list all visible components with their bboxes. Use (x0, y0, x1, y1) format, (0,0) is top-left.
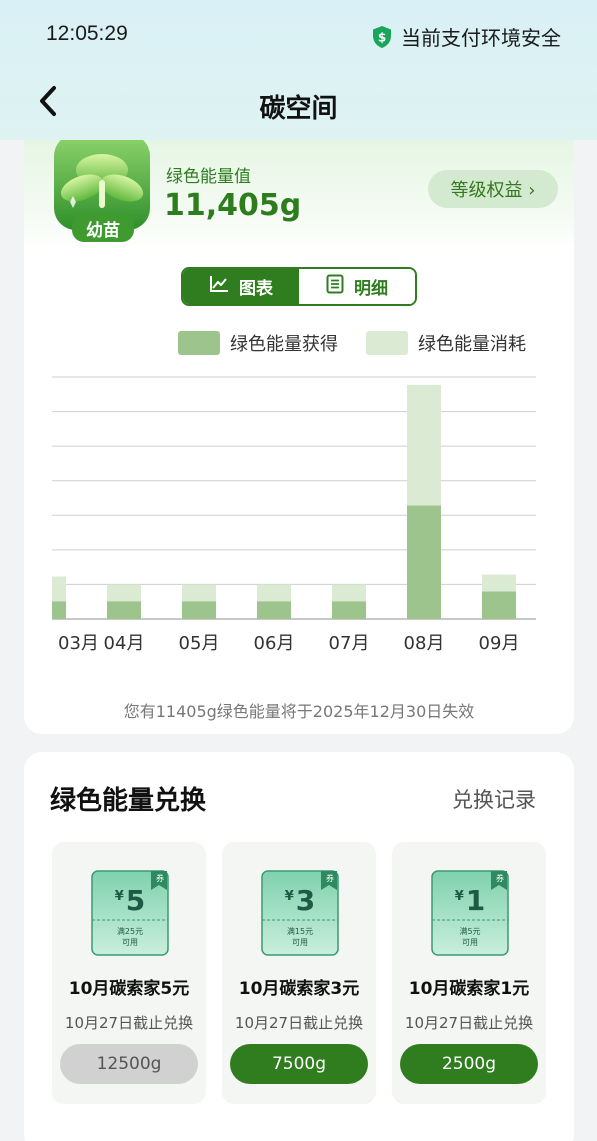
legend-swatch-gain (178, 331, 220, 355)
x-tick-label: 05月 (179, 633, 220, 654)
coupon-graphic: 券 ¥3 满15元 可用 (261, 870, 339, 956)
coupon-deadline: 10月27日截止兑换 (404, 1014, 534, 1032)
legend-item-use: 绿色能量消耗 (366, 330, 526, 356)
x-tick-label: 04月 (104, 633, 145, 654)
bar-gain (52, 601, 66, 619)
coupon-deadline: 10月27日截止兑换 (64, 1014, 194, 1032)
x-tick-label: 03月 (58, 633, 99, 654)
security-indicator: $ 当前支付环境安全 (371, 22, 561, 51)
coupon-condition: 满5元 可用 (459, 927, 481, 947)
energy-card: 幼苗 绿色能量值 11,405g 等级权益 › 图表 明细 绿色能量获得 绿色能… (24, 140, 574, 734)
security-text: 当前支付环境安全 (401, 26, 561, 50)
coupon-graphic: 券 ¥1 满5元 可用 (431, 870, 509, 956)
shield-dollar-icon: $ (371, 25, 393, 49)
coupon-tile[interactable]: 券 ¥3 满15元 可用 10月碳索家3元 10月27日截止兑换 7500g (222, 842, 376, 1104)
legend-label-use: 绿色能量消耗 (418, 334, 526, 355)
tab-chart-label: 图表 (239, 279, 273, 299)
bar-gain (107, 601, 141, 619)
coupon-name: 10月碳索家1元 (408, 979, 530, 999)
bar-gain (257, 601, 291, 619)
energy-value: 11,405g (164, 188, 302, 223)
bar-use (482, 574, 516, 592)
redeem-button[interactable]: 2500g (400, 1044, 538, 1084)
x-tick-label: 08月 (404, 633, 445, 654)
x-tick-label: 06月 (254, 633, 295, 654)
legend-swatch-use (366, 331, 408, 355)
status-time: 12:05:29 (46, 22, 128, 45)
exchange-title: 绿色能量兑换 (50, 786, 207, 816)
coupon-graphic: 券 ¥5 满25元 可用 (91, 870, 169, 956)
x-tick-label: 07月 (329, 633, 370, 654)
tab-detail[interactable]: 明细 (299, 269, 415, 304)
coupon-name: 10月碳索家5元 (68, 979, 190, 999)
coupon-condition: 满25元 可用 (116, 927, 144, 947)
tab-chart[interactable]: 图表 (183, 269, 299, 304)
bar-gain (482, 591, 516, 619)
bar-use (52, 576, 66, 602)
page-title: 碳空间 (259, 94, 338, 124)
coupon-condition: 满15元 可用 (286, 927, 314, 947)
coupon-tile[interactable]: 券 ¥1 满5元 可用 10月碳索家1元 10月27日截止兑换 2500g (392, 842, 546, 1104)
badge-label: 幼苗 (86, 221, 120, 241)
list-document-icon (326, 274, 344, 299)
status-bar: 12:05:29 $ 当前支付环境安全 (0, 0, 597, 70)
bar-gain (332, 601, 366, 619)
energy-label: 绿色能量值 (166, 167, 251, 187)
scroll-mask (24, 621, 52, 661)
legend-label-gain: 绿色能量获得 (230, 334, 338, 355)
bar-gain (407, 505, 441, 619)
coupon-tile[interactable]: 券 ¥5 满25元 可用 10月碳索家5元 10月27日截止兑换 12500g (52, 842, 206, 1104)
coupon-list: 券 ¥5 满25元可用 10月碳索家5元 10月27日截止兑换 12500g (52, 842, 548, 1122)
expire-note: 您有11405g绿色能量将于2025年12月30日失效 (123, 702, 475, 721)
bar-gain (182, 601, 216, 619)
level-benefits-button[interactable]: 等级权益 › (428, 170, 558, 208)
exchange-record-link[interactable]: 兑换记录 (452, 784, 536, 814)
coupon-amount: ¥5 (114, 884, 146, 917)
redeem-button[interactable]: 7500g (230, 1044, 368, 1084)
view-toggle: 图表 明细 (181, 267, 417, 306)
coupon-deadline: 10月27日截止兑换 (234, 1014, 364, 1032)
bar-use (257, 584, 291, 602)
coupon-amount: ¥1 (454, 884, 486, 917)
x-tick-label: 09月 (479, 633, 520, 654)
tab-detail-label: 明细 (354, 279, 388, 299)
coupon-amount: ¥3 (284, 884, 316, 917)
svg-text:$: $ (378, 30, 386, 44)
exchange-card: 绿色能量兑换 兑换记录 券 ¥5 满25元 可用 10月碳索家5元 10月27日… (24, 752, 574, 1141)
seedling-badge: 幼苗 (50, 140, 156, 244)
nav-bar: 碳空间 (0, 70, 597, 140)
bar-use (182, 584, 216, 602)
energy-bar-chart: 03月 04月 05月 06月 07月 08月 09月 (24, 376, 536, 661)
bar-use (407, 384, 441, 506)
redeem-button[interactable]: 12500g (60, 1044, 198, 1084)
coupon-name: 10月碳索家3元 (238, 979, 360, 999)
legend-item-gain: 绿色能量获得 (178, 330, 338, 356)
bar-use (332, 584, 366, 602)
bar-use (107, 584, 141, 602)
line-chart-icon (209, 275, 229, 298)
